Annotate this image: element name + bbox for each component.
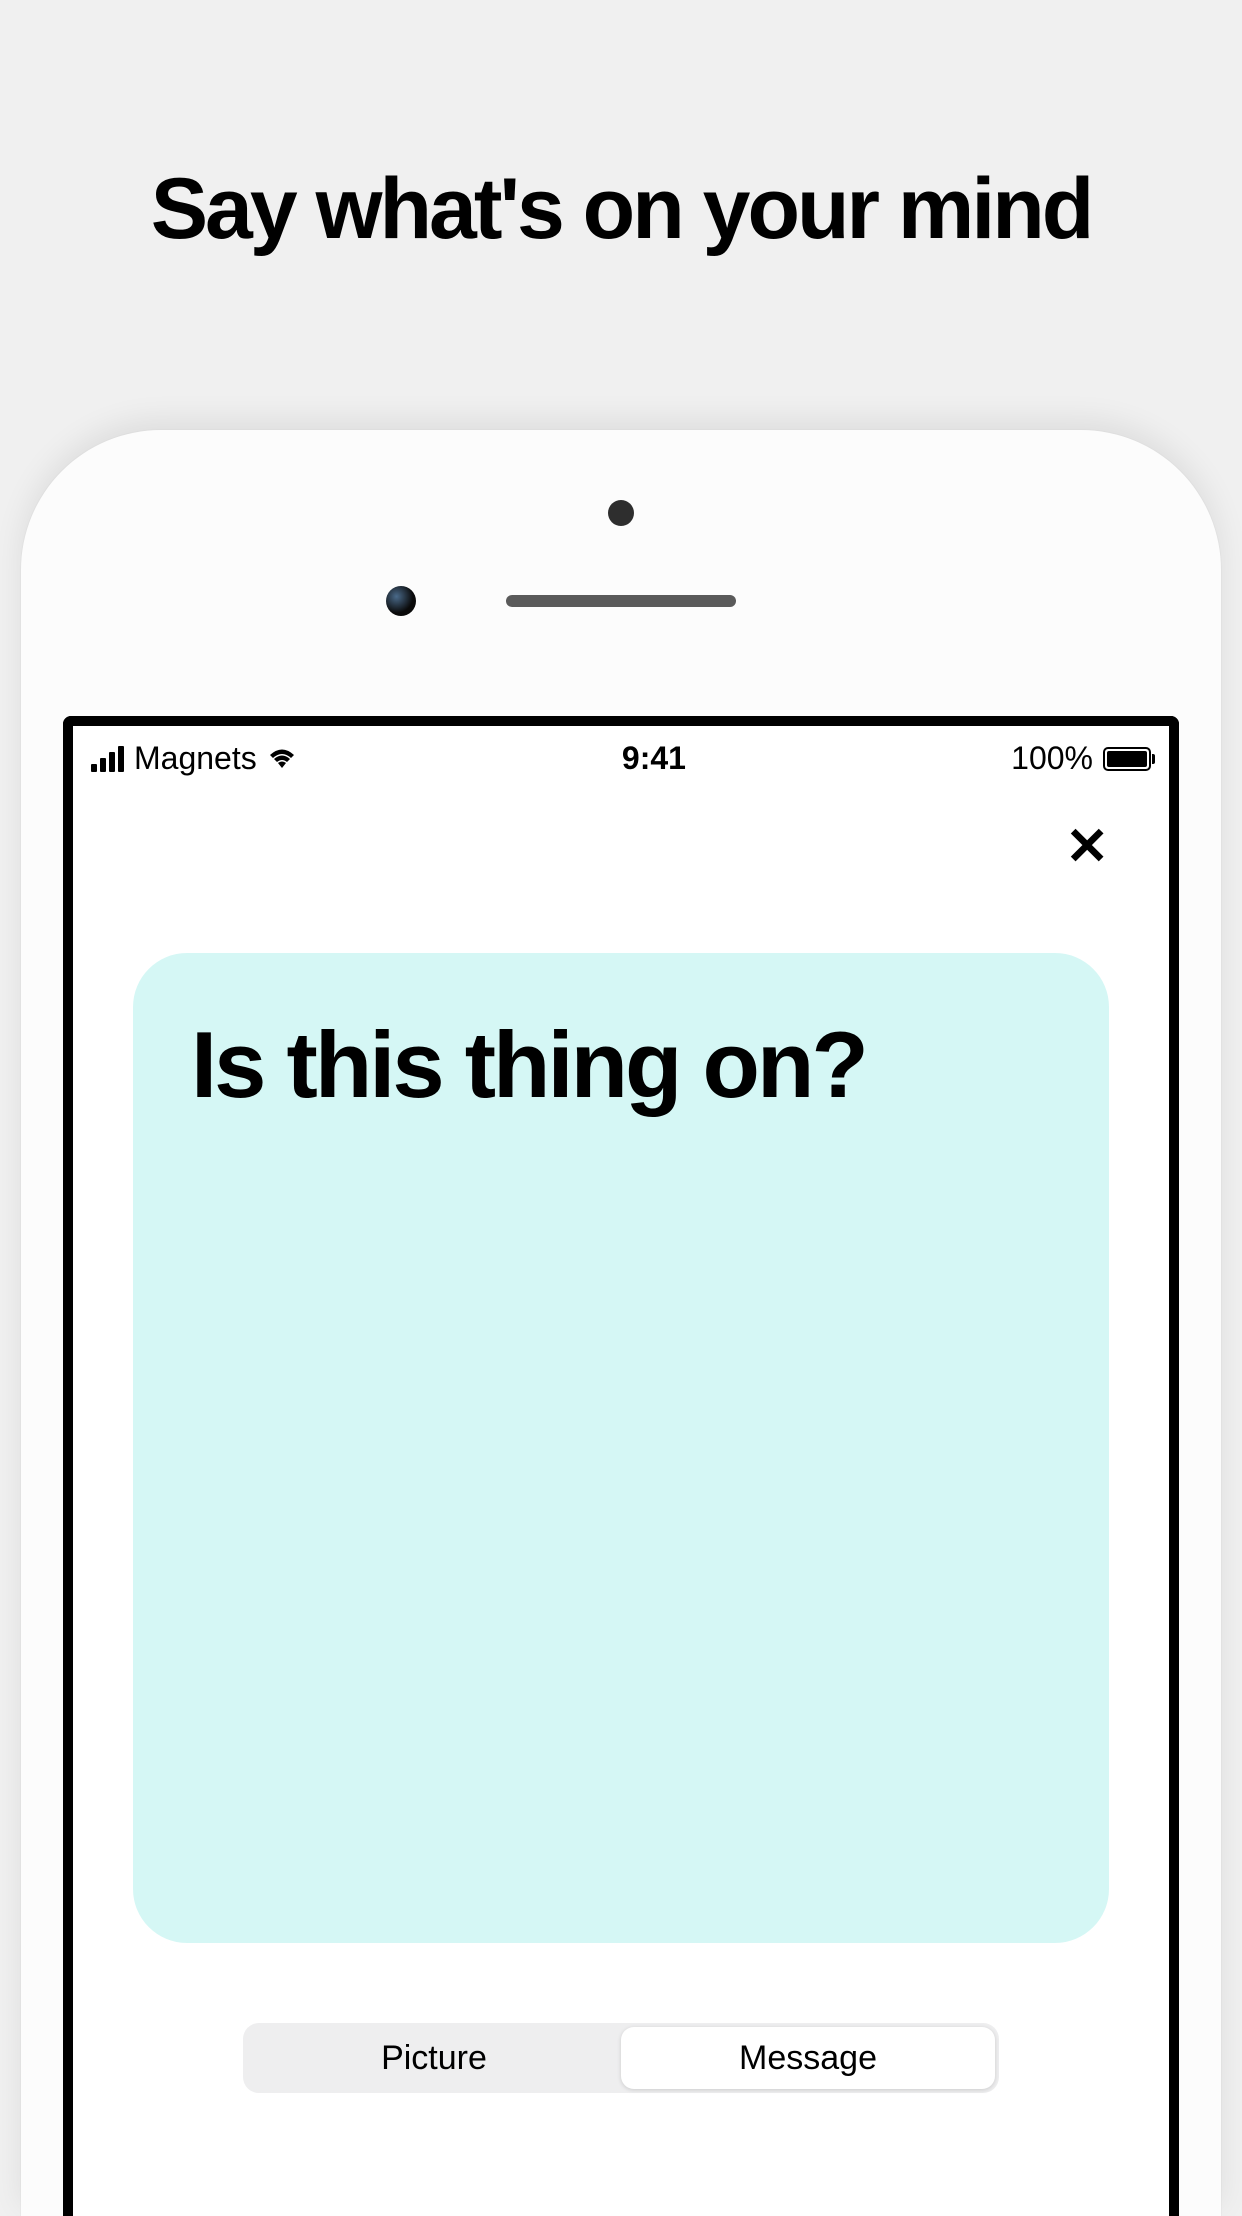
promo-headline: Say what's on your mind: [0, 0, 1242, 259]
battery-icon: [1103, 747, 1151, 771]
phone-frame: Magnets 9:41 100% ✕ Is this thing on?: [21, 430, 1221, 2216]
phone-screen: Magnets 9:41 100% ✕ Is this thing on?: [63, 716, 1179, 2216]
segment-picture[interactable]: Picture: [247, 2027, 621, 2089]
sensor-dot-icon: [608, 500, 634, 526]
phone-hardware: [21, 500, 1221, 616]
mode-segmented-control[interactable]: Picture Message: [243, 2023, 999, 2093]
close-button[interactable]: ✕: [1055, 811, 1119, 883]
wifi-icon: [267, 747, 297, 771]
compose-card[interactable]: Is this thing on?: [133, 953, 1109, 1943]
battery-percent: 100%: [1011, 740, 1093, 777]
speaker-icon: [506, 595, 736, 607]
carrier-label: Magnets: [134, 740, 257, 777]
close-icon: ✕: [1065, 818, 1109, 876]
compose-text-input[interactable]: Is this thing on?: [191, 1017, 1051, 1113]
segment-picture-label: Picture: [381, 2039, 487, 2078]
signal-icon: [91, 746, 124, 772]
clock: 9:41: [622, 740, 686, 777]
segment-message-label: Message: [739, 2039, 877, 2078]
segment-message[interactable]: Message: [621, 2027, 995, 2089]
camera-icon: [386, 586, 416, 616]
status-bar: Magnets 9:41 100%: [73, 726, 1169, 787]
